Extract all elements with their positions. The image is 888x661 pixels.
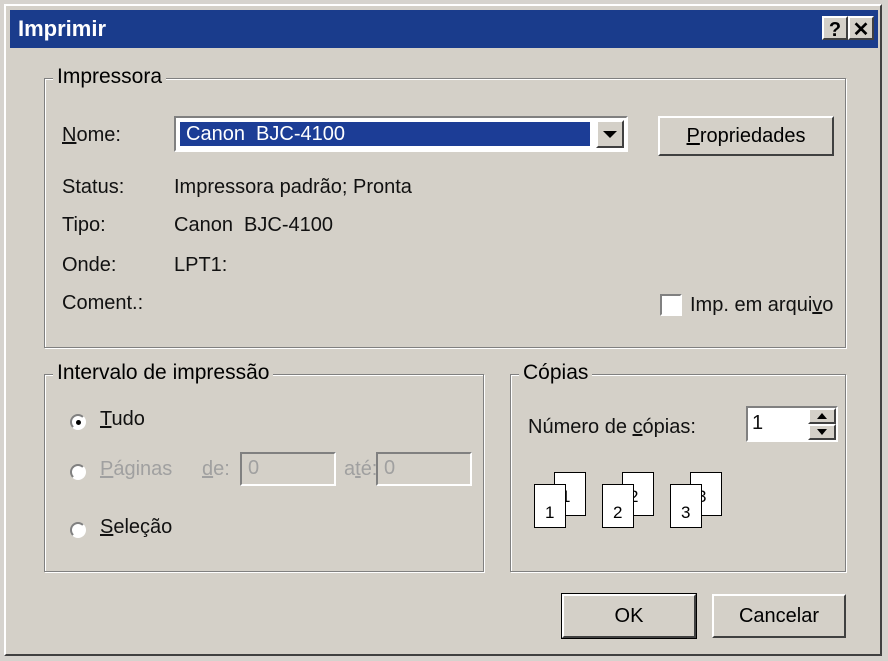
range-selection-label: Seleção bbox=[100, 516, 172, 539]
range-all-label: Tudo bbox=[100, 408, 145, 431]
range-from-label: de: bbox=[202, 458, 230, 481]
printer-legend: Impressora bbox=[53, 65, 167, 89]
status-label: Status: bbox=[62, 176, 125, 198]
cancel-button[interactable]: Cancelar bbox=[712, 594, 846, 638]
close-button[interactable]: ✕ bbox=[848, 16, 874, 41]
collate-page-front: 1 bbox=[534, 484, 566, 528]
range-pages-text: áginas bbox=[113, 458, 173, 480]
print-range-legend: Intervalo de impressão bbox=[53, 361, 274, 385]
range-all-accel: T bbox=[100, 408, 112, 430]
print-to-file-checkbox[interactable] bbox=[660, 294, 682, 316]
print-to-file-label: Imp. em arquivo bbox=[690, 294, 833, 317]
help-button[interactable]: ? bbox=[822, 16, 848, 41]
window-title: Imprimir bbox=[18, 16, 107, 41]
properties-button-text: ropriedades bbox=[699, 125, 806, 147]
range-to-pre: a bbox=[344, 458, 356, 480]
properties-button-accel: P bbox=[686, 125, 700, 147]
arrow-up-icon bbox=[817, 413, 827, 419]
range-to-post: é: bbox=[360, 458, 378, 480]
range-from-accel: d bbox=[202, 458, 214, 480]
printer-name-select[interactable]: Canon BJC-4100 bbox=[174, 116, 628, 152]
copies-count-label: Número de cópias: bbox=[528, 416, 696, 439]
range-pages-radio[interactable] bbox=[70, 464, 86, 480]
copies-count-spinner[interactable]: 1 bbox=[746, 406, 838, 442]
comment-label: Coment.: bbox=[62, 292, 144, 314]
type-label: Tipo: bbox=[62, 214, 106, 236]
copies-legend: Cópias bbox=[519, 361, 593, 385]
collate-page-number: 2 bbox=[613, 503, 623, 522]
range-all-radio[interactable] bbox=[70, 414, 86, 430]
range-from-input[interactable]: 0 bbox=[240, 452, 336, 486]
range-pages-accel: P bbox=[100, 458, 114, 480]
range-all-text: udo bbox=[111, 408, 145, 430]
chevron-down-icon bbox=[603, 131, 617, 138]
collate-page-number: 3 bbox=[681, 503, 691, 522]
print-to-file-label-accel: v bbox=[812, 294, 823, 316]
arrow-down-icon bbox=[817, 429, 827, 435]
range-to-label: até: bbox=[344, 458, 377, 481]
radio-selected-dot bbox=[76, 420, 81, 425]
type-value: Canon BJC-4100 bbox=[174, 214, 333, 236]
copies-count-pre: Número de bbox=[528, 416, 633, 438]
range-selection-text: eleção bbox=[113, 516, 173, 538]
ok-button[interactable]: OK bbox=[561, 593, 697, 639]
range-to-input[interactable]: 0 bbox=[376, 452, 472, 486]
where-value: LPT1: bbox=[174, 254, 228, 276]
name-label: Nome: bbox=[62, 124, 121, 147]
title-bar: Imprimir ? ✕ bbox=[10, 10, 878, 48]
collate-page-front: 2 bbox=[602, 484, 634, 528]
name-label-text: ome: bbox=[76, 124, 121, 146]
range-to-value: 0 bbox=[384, 457, 396, 479]
collate-page-number: 1 bbox=[545, 503, 555, 522]
name-label-accel: N bbox=[62, 124, 77, 146]
printer-dropdown-button[interactable] bbox=[596, 120, 624, 148]
properties-button[interactable]: Propriedades bbox=[658, 116, 834, 156]
copies-count-value: 1 bbox=[752, 412, 764, 434]
range-from-text: e: bbox=[213, 458, 230, 480]
printer-name-highlight: Canon BJC-4100 bbox=[180, 122, 590, 146]
print-to-file-label-pre: Imp. em arqui bbox=[690, 294, 813, 316]
printer-name-value: Canon BJC-4100 bbox=[186, 123, 345, 145]
collate-page-front: 3 bbox=[670, 484, 702, 528]
where-label: Onde: bbox=[62, 254, 117, 276]
range-pages-label: Páginas bbox=[100, 458, 172, 481]
copies-count-accel: c bbox=[632, 416, 643, 438]
copies-count-post: ópias: bbox=[642, 416, 696, 438]
print-to-file-label-post: o bbox=[822, 294, 834, 316]
range-from-value: 0 bbox=[248, 457, 260, 479]
spin-down-button[interactable] bbox=[808, 424, 836, 440]
status-value: Impressora padrão; Pronta bbox=[174, 176, 412, 198]
range-selection-accel: S bbox=[100, 516, 114, 538]
print-dialog: Imprimir ? ✕ Impressora Nome: Canon BJC-… bbox=[4, 4, 882, 656]
spin-up-button[interactable] bbox=[808, 408, 836, 424]
range-selection-radio[interactable] bbox=[70, 522, 86, 538]
